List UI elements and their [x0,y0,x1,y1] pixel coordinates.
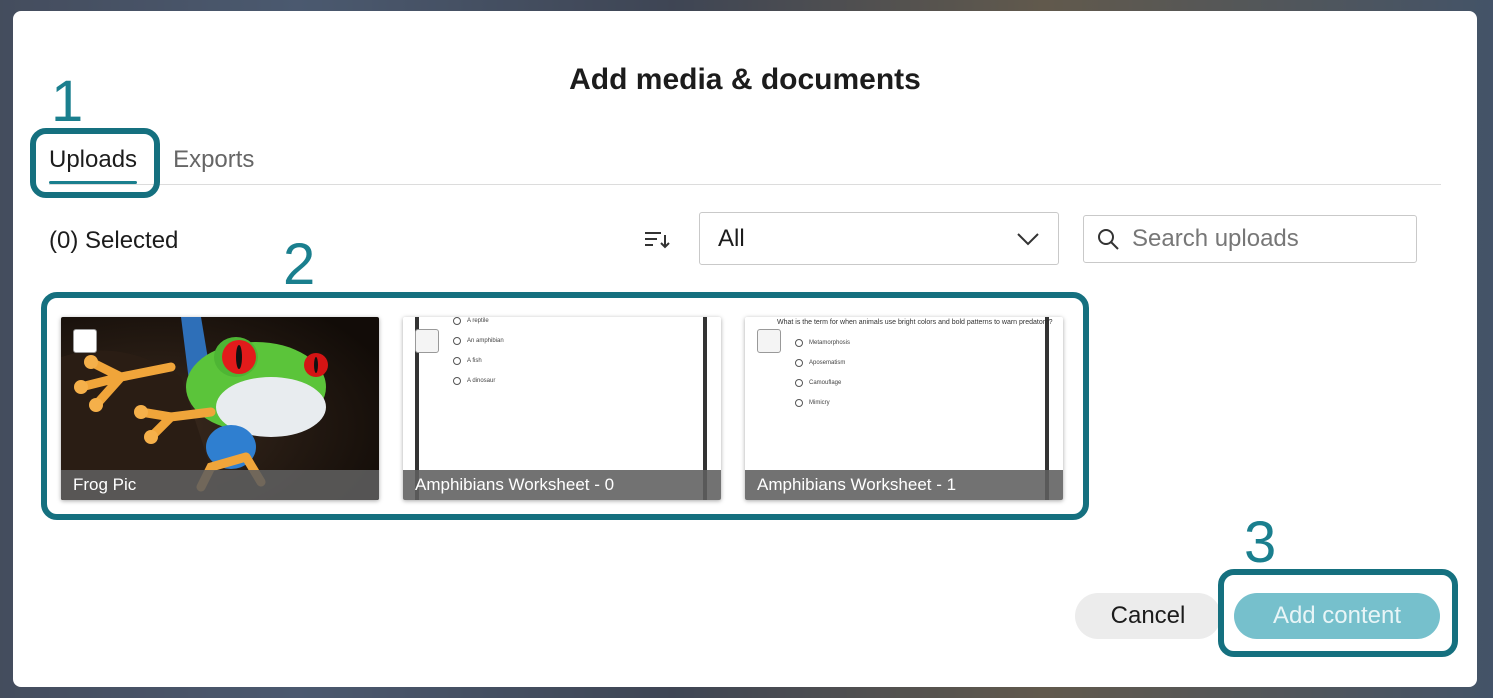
worksheet-option: Metamorphosis [795,339,850,347]
step-1-annotation: 1 [51,69,84,134]
worksheet-option: Aposematism [795,359,845,367]
search-input[interactable] [1132,225,1392,253]
filter-dropdown[interactable]: All [699,212,1059,265]
tab-divider [49,184,1441,185]
worksheet-option: A dinosaur [453,377,495,385]
select-checkbox[interactable] [73,329,97,353]
search-box [1083,215,1417,263]
worksheet-option: A reptile [453,317,489,325]
media-card-worksheet-0[interactable]: A reptile An amphibian A fish A dinosaur… [403,317,721,500]
sort-button[interactable] [641,225,673,255]
chevron-down-icon [1017,232,1039,245]
uploads-tab-highlight [30,128,160,198]
filter-value: All [718,224,745,252]
dialog-title: Add media & documents [569,63,921,96]
step-2-annotation: 2 [283,232,316,297]
card-caption: Frog Pic [61,470,379,500]
worksheet-option: A fish [453,357,482,365]
step-3-annotation: 3 [1244,510,1277,575]
selected-count: (0) Selected [49,227,179,254]
select-checkbox[interactable] [415,329,439,353]
worksheet-question: What is the term for when animals use br… [777,319,1053,326]
card-caption: Amphibians Worksheet - 1 [745,470,1063,500]
worksheet-option: Mimicry [795,399,830,407]
cancel-button[interactable]: Cancel [1075,593,1221,639]
add-content-highlight [1218,569,1458,657]
sort-icon [645,232,670,249]
add-media-dialog: Add media & documents 1 2 3 Uploads Expo… [13,11,1477,687]
tab-exports[interactable]: Exports [173,146,254,184]
worksheet-option: Camouflage [795,379,841,387]
media-card-frog-pic[interactable]: Frog Pic [61,317,379,500]
media-card-worksheet-1[interactable]: What is the term for when animals use br… [745,317,1063,500]
card-caption: Amphibians Worksheet - 0 [403,470,721,500]
worksheet-option: An amphibian [453,337,504,345]
search-icon [1098,229,1119,250]
select-checkbox[interactable] [757,329,781,353]
